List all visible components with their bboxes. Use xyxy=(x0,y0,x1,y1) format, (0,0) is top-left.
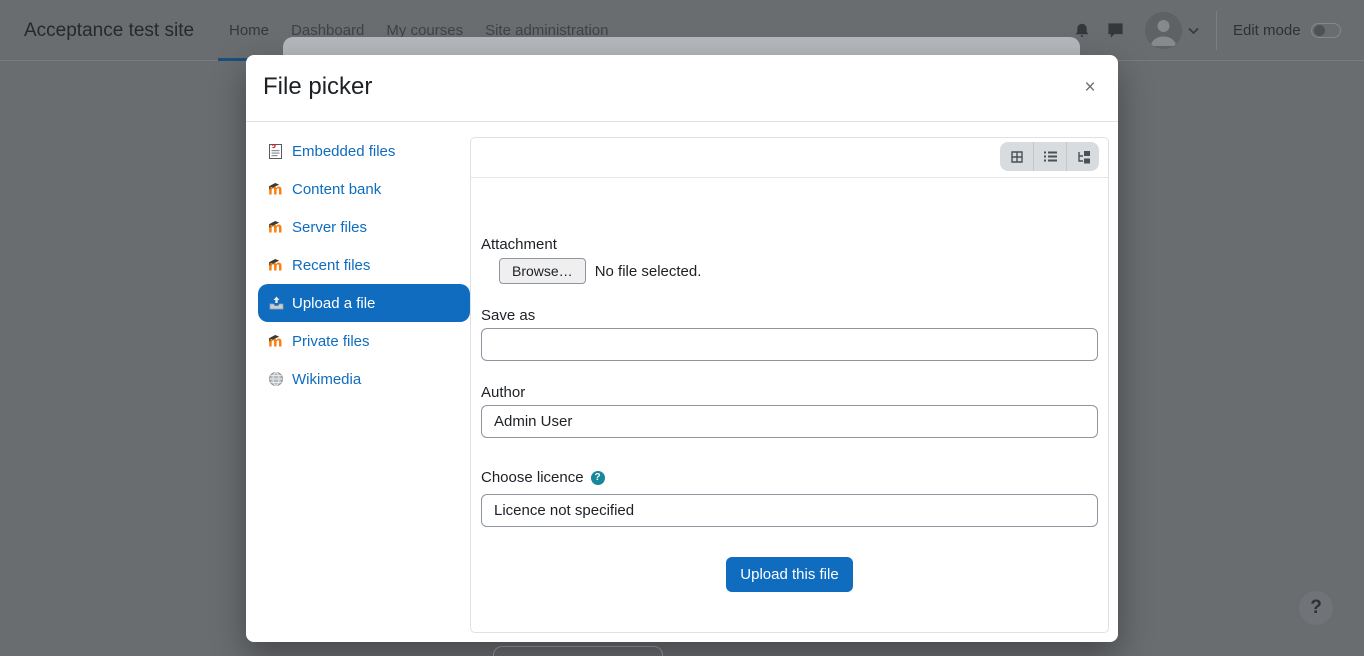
repo-item-wikimedia[interactable]: Wikimedia xyxy=(258,360,470,398)
edit-mode-toggle[interactable] xyxy=(1311,23,1341,38)
upload-icon xyxy=(268,295,285,312)
site-brand: Acceptance test site xyxy=(24,0,194,61)
attachment-label: Attachment xyxy=(481,236,1098,253)
toggle-knob xyxy=(1314,25,1325,36)
globe-icon xyxy=(268,371,285,388)
repo-item-label: Server files xyxy=(292,219,367,236)
chevron-down-icon[interactable] xyxy=(1188,0,1199,61)
icons-view-icon[interactable] xyxy=(1000,142,1033,171)
messages-icon[interactable] xyxy=(1106,0,1125,61)
save-as-label: Save as xyxy=(481,307,1098,324)
edit-mode-label: Edit mode xyxy=(1233,0,1301,61)
repo-item-label: Embedded files xyxy=(292,143,395,160)
view-mode-group xyxy=(1000,142,1099,171)
file-picker-modal: File picker × Embedded files m Content b… xyxy=(246,55,1118,642)
moodle-icon: m xyxy=(268,219,285,236)
tree-view-icon[interactable] xyxy=(1066,142,1099,171)
repo-item-upload-a-file[interactable]: Upload a file xyxy=(258,284,470,322)
list-view-icon[interactable] xyxy=(1033,142,1066,171)
author-field: Author xyxy=(481,384,1098,438)
attachment-field: Attachment Browse… No file selected. xyxy=(481,236,1098,284)
nav-item-home[interactable]: Home xyxy=(218,0,280,61)
document-icon xyxy=(268,143,285,160)
panel-toolbar xyxy=(471,138,1108,178)
browse-button[interactable]: Browse… xyxy=(499,258,586,284)
header-divider xyxy=(1216,11,1217,50)
licence-field: Choose licence ? Licence not specified xyxy=(481,469,1098,527)
close-icon[interactable]: × xyxy=(1076,73,1104,101)
no-file-selected-text: No file selected. xyxy=(595,263,702,280)
avatar[interactable] xyxy=(1145,12,1182,49)
save-as-input[interactable] xyxy=(481,328,1098,361)
repository-list: Embedded files m Content bank m Server f… xyxy=(258,132,470,398)
repo-item-server-files[interactable]: m Server files xyxy=(258,208,470,246)
repo-item-content-bank[interactable]: m Content bank xyxy=(258,170,470,208)
filepicker-content-panel: Attachment Browse… No file selected. Sav… xyxy=(470,137,1109,633)
modal-title: File picker xyxy=(263,73,372,101)
repo-item-label: Content bank xyxy=(292,181,381,198)
background-partial-button xyxy=(493,646,663,656)
question-help-button[interactable]: ? xyxy=(1299,591,1333,625)
upload-this-file-button[interactable]: Upload this file xyxy=(726,557,852,592)
repo-item-label: Private files xyxy=(292,333,370,350)
save-as-field: Save as xyxy=(481,307,1098,361)
file-input-row: Browse… No file selected. xyxy=(499,258,1098,284)
upload-form: Attachment Browse… No file selected. Sav… xyxy=(471,236,1108,592)
repo-item-label: Upload a file xyxy=(292,295,375,312)
author-label: Author xyxy=(481,384,1098,401)
licence-select[interactable]: Licence not specified xyxy=(481,494,1098,527)
licence-label: Choose licence xyxy=(481,469,584,486)
help-icon[interactable]: ? xyxy=(591,471,605,485)
moodle-icon: m xyxy=(268,257,285,274)
moodle-icon: m xyxy=(268,333,285,350)
repo-item-embedded-files[interactable]: Embedded files xyxy=(258,132,470,170)
repo-item-private-files[interactable]: m Private files xyxy=(258,322,470,360)
repo-item-label: Wikimedia xyxy=(292,371,361,388)
repo-item-label: Recent files xyxy=(292,257,370,274)
author-input[interactable] xyxy=(481,405,1098,438)
moodle-icon: m xyxy=(268,181,285,198)
repo-item-recent-files[interactable]: m Recent files xyxy=(258,246,470,284)
modal-header: File picker × xyxy=(246,55,1118,122)
